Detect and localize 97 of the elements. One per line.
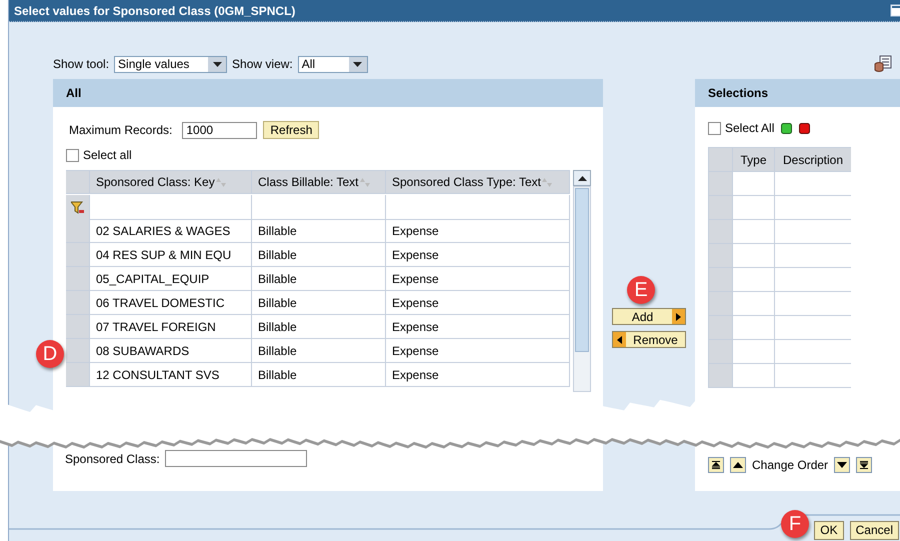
table-cell xyxy=(733,364,775,388)
row-selector[interactable] xyxy=(709,172,733,196)
row-selector[interactable] xyxy=(66,339,90,363)
row-selector[interactable] xyxy=(66,243,90,267)
table-cell: 04 RES SUP & MIN EQU xyxy=(90,243,252,267)
arrow-left-icon xyxy=(617,336,622,344)
row-selector[interactable] xyxy=(709,268,733,292)
move-down-icon xyxy=(837,460,848,470)
table-cell: Billable xyxy=(252,339,386,363)
column-header[interactable]: Description xyxy=(775,148,851,172)
table-cell: Billable xyxy=(252,267,386,291)
transfer-button[interactable]: Remove xyxy=(612,331,686,348)
table-cell xyxy=(733,316,775,340)
dropdown-arrow-icon xyxy=(353,62,362,66)
checkbox[interactable] xyxy=(66,148,79,162)
table-cell: 07 TRAVEL FOREIGN xyxy=(90,315,252,339)
table-cell: 05_CAPITAL_EQUIP xyxy=(90,267,252,291)
dialog-button[interactable]: Cancel xyxy=(850,521,899,540)
change-order-label: Change Order xyxy=(752,458,828,472)
table-cell: 06 TRAVEL DOMESTIC xyxy=(90,291,252,315)
dialog-button[interactable]: OK xyxy=(814,521,844,540)
table-cell: Expense xyxy=(386,219,570,243)
table-cell xyxy=(733,196,775,220)
filter-field[interactable] xyxy=(252,195,386,220)
table-cell: Expense xyxy=(386,339,570,363)
move-down-button[interactable] xyxy=(834,457,850,473)
table-cell: Billable xyxy=(252,219,386,243)
row-selector[interactable] xyxy=(709,244,733,268)
row-selector[interactable] xyxy=(66,267,90,291)
table-cell: Expense xyxy=(386,243,570,267)
row-selector[interactable] xyxy=(709,220,733,244)
table-cell: Expense xyxy=(386,363,570,387)
panel-header: All xyxy=(53,79,603,107)
column-header[interactable]: Class Billable: Text xyxy=(252,171,386,194)
table-cell: Billable xyxy=(252,291,386,315)
table-cell: Billable xyxy=(252,315,386,339)
filter-field[interactable] xyxy=(386,195,570,220)
table-cell: 02 SALARIES & WAGES xyxy=(90,219,252,243)
table-cell: Billable xyxy=(252,363,386,387)
table-cell xyxy=(733,244,775,268)
column-header[interactable]: Sponsored Class Type: Text xyxy=(386,171,570,194)
column-header[interactable]: Sponsored Class: Key xyxy=(90,171,252,194)
move-to-bottom-button[interactable] xyxy=(856,457,872,473)
dropdown-arrow-icon xyxy=(212,62,222,66)
row-selector[interactable] xyxy=(709,340,733,364)
sort-icon[interactable] xyxy=(360,178,370,186)
input-field[interactable] xyxy=(164,450,307,467)
move-up-icon xyxy=(733,460,743,470)
square-icon[interactable] xyxy=(799,122,810,134)
table-cell: Expense xyxy=(386,291,570,315)
refresh-button[interactable]: Refresh xyxy=(263,121,320,139)
filter-field[interactable] xyxy=(90,195,252,220)
table-cell: Expense xyxy=(386,267,570,291)
filter-icon[interactable] xyxy=(71,200,84,214)
scroll-up-icon[interactable] xyxy=(578,176,586,180)
window-title: Select values for Sponsored Class (0GM_SPNCL) xyxy=(14,4,296,18)
field-label: Show tool: xyxy=(53,57,110,71)
sort-icon[interactable] xyxy=(542,178,552,186)
field-label: Sponsored Class: xyxy=(65,452,160,466)
arrow-right-icon xyxy=(676,312,681,320)
row-selector[interactable] xyxy=(66,363,90,387)
table-cell: Expense xyxy=(386,315,570,339)
row-selector[interactable] xyxy=(709,196,733,220)
table-cell: Billable xyxy=(252,243,386,267)
move-to-top-button[interactable] xyxy=(708,457,724,473)
row-selector[interactable] xyxy=(66,291,90,315)
row-selector[interactable] xyxy=(66,315,90,339)
checkbox-label: Select All xyxy=(725,121,774,135)
row-selector[interactable] xyxy=(709,316,733,340)
sort-icon[interactable] xyxy=(216,178,226,186)
table-cell xyxy=(733,340,775,364)
move-up-button[interactable] xyxy=(730,457,746,473)
square-icon[interactable] xyxy=(781,122,792,134)
move-to-top-icon xyxy=(711,460,721,470)
field-label: Maximum Records: xyxy=(69,123,172,137)
table-cell xyxy=(733,268,775,292)
table-cell: 08 SUBAWARDS xyxy=(90,339,252,363)
checkbox-label: Select all xyxy=(83,148,132,162)
field-label: Show view: xyxy=(232,57,293,71)
dropdown[interactable]: All xyxy=(298,56,368,72)
table-cell xyxy=(733,292,775,316)
table-settings-icon[interactable] xyxy=(874,55,892,73)
input-field[interactable]: 1000 xyxy=(182,122,258,138)
checkbox[interactable] xyxy=(708,122,721,134)
scrollbar[interactable] xyxy=(573,170,591,392)
window-icon[interactable] xyxy=(890,4,900,17)
transfer-button[interactable]: Add xyxy=(612,308,686,325)
row-selector[interactable] xyxy=(66,219,90,243)
move-to-bottom-icon xyxy=(859,460,870,470)
table-cell xyxy=(733,172,775,196)
panel-header: Selections xyxy=(695,79,900,107)
table-cell: 12 CONSULTANT SVS xyxy=(90,363,252,387)
dropdown[interactable]: Single values xyxy=(114,56,228,72)
row-selector[interactable] xyxy=(709,292,733,316)
table-cell xyxy=(733,220,775,244)
column-header[interactable]: Type xyxy=(733,148,775,172)
row-selector[interactable] xyxy=(709,364,733,388)
